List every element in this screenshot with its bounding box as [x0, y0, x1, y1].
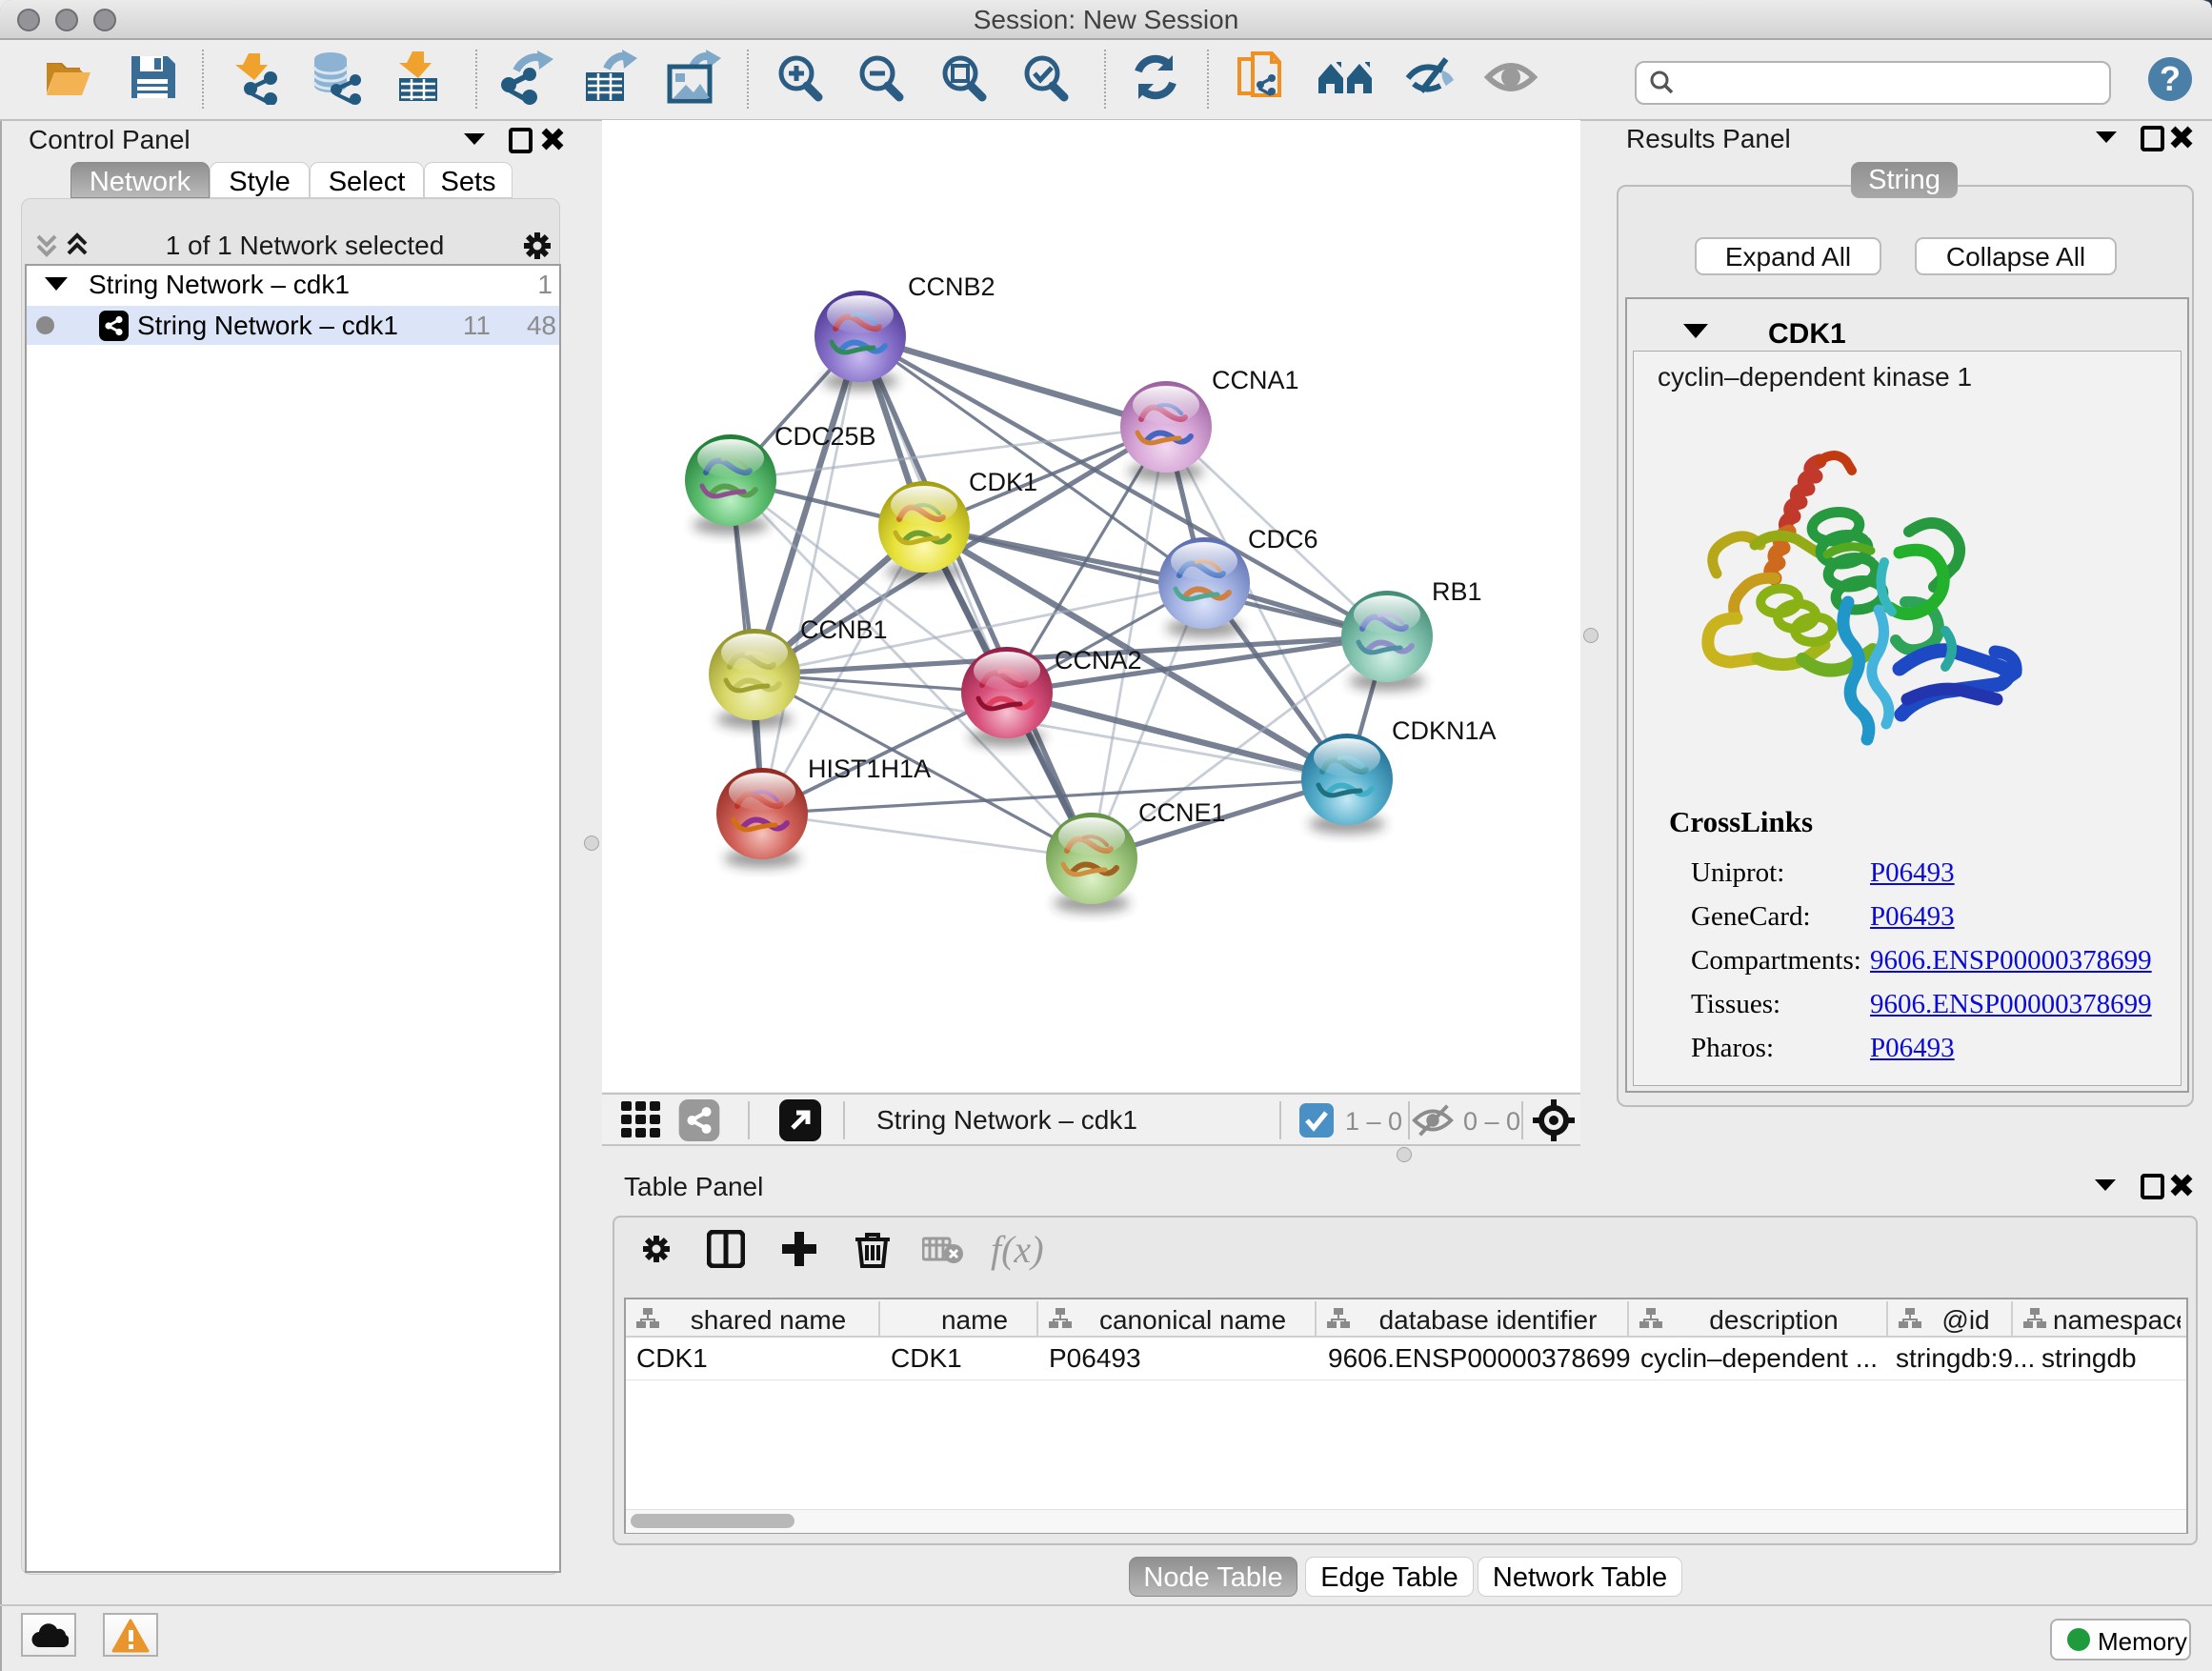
- svg-text:CCNA2: CCNA2: [1055, 646, 1142, 674]
- svg-text:CDK1: CDK1: [969, 468, 1037, 496]
- svg-text:CDC6: CDC6: [1248, 525, 1318, 554]
- svg-text:CDC25B: CDC25B: [774, 422, 876, 451]
- svg-text:CCNE1: CCNE1: [1138, 798, 1226, 827]
- svg-text:CCNA1: CCNA1: [1212, 366, 1299, 394]
- svg-text:?: ?: [2160, 59, 2181, 98]
- svg-text:CCNB2: CCNB2: [908, 272, 995, 301]
- svg-text:CDKN1A: CDKN1A: [1392, 716, 1497, 745]
- svg-text:RB1: RB1: [1432, 577, 1482, 606]
- svg-text:CCNB1: CCNB1: [800, 615, 888, 644]
- svg-text:HIST1H1A: HIST1H1A: [808, 755, 931, 783]
